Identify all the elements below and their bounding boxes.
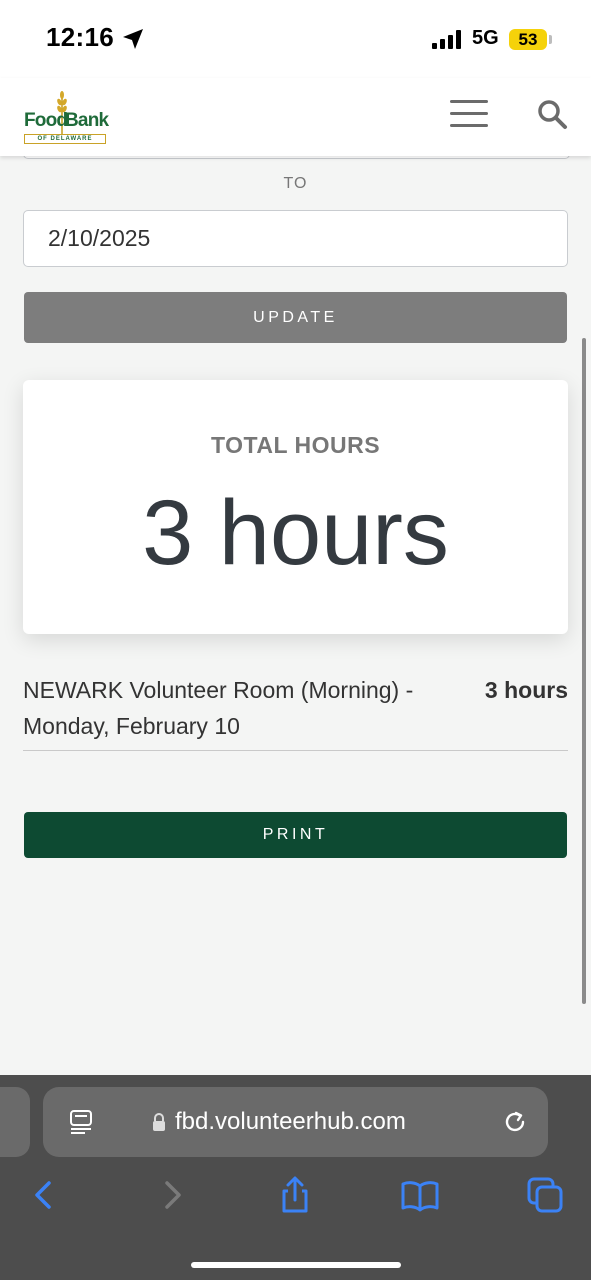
end-date-field[interactable]: 2/10/2025 [23,210,568,267]
battery-tip [549,35,552,44]
back-arrow-icon[interactable] [24,1175,64,1215]
update-button[interactable]: UPDATE [24,292,567,343]
entry-description: NEWARK Volunteer Room (Morning) - Monday… [23,677,414,739]
reload-icon[interactable] [501,1108,529,1136]
forward-arrow-icon[interactable] [152,1175,192,1215]
status-time: 12:16 [46,22,114,52]
browser-toolbar: fbd.volunteerhub.com [0,1075,591,1280]
list-item: NEWARK Volunteer Room (Morning) - Monday… [23,672,568,751]
total-hours-value: 3 hours [142,482,449,584]
logo-subtitle: OF DELAWARE [24,134,106,144]
status-bar: 12:16 5G 53 [0,0,591,78]
lock-icon [153,1113,165,1131]
home-indicator [191,1262,401,1268]
print-button[interactable]: PRINT [24,812,567,858]
battery-level: 53 [509,29,547,50]
to-label: TO [283,175,308,192]
address-bar[interactable]: fbd.volunteerhub.com [43,1087,548,1157]
location-arrow-icon [123,29,143,49]
food-bank-logo[interactable]: Food Bank OF DELAWARE [22,88,112,144]
total-hours-title: TOTAL HOURS [210,432,381,458]
bookmarks-icon[interactable] [400,1175,440,1215]
logo-word-food: Food [24,110,68,131]
previous-tab-preview[interactable] [0,1087,30,1157]
total-hours-card: TOTAL HOURS 3 hours [23,380,568,634]
scrollbar[interactable] [582,338,586,1004]
url-text: fbd.volunteerhub.com [175,1108,406,1135]
site-header: Food Bank OF DELAWARE [0,78,591,156]
entry-hours: 3 hours [484,677,568,703]
logo-word-bank: Bank [65,110,109,131]
share-icon[interactable] [275,1175,315,1215]
cellular-signal-icon [432,29,464,49]
network-type: 5G [472,27,499,49]
hamburger-menu-icon[interactable] [450,98,488,130]
search-icon[interactable] [536,98,568,130]
page-menu-icon[interactable] [69,1109,93,1135]
tabs-icon[interactable] [525,1175,565,1215]
